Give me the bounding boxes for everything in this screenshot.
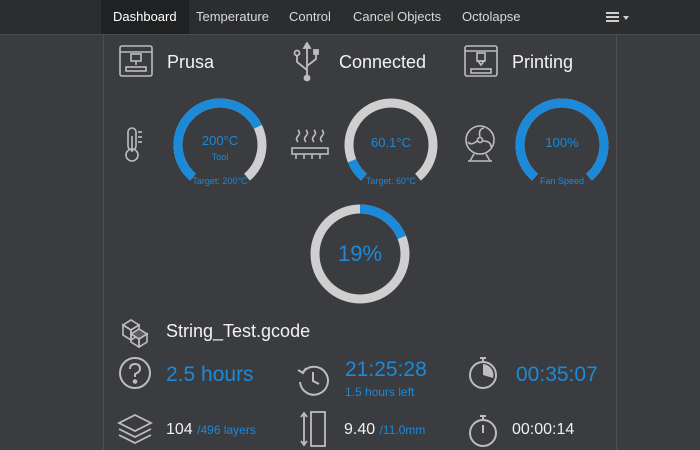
eta-clock-time: 21:25:28 bbox=[345, 358, 427, 381]
print-head-icon bbox=[463, 44, 499, 78]
total-layers: /496 layers bbox=[197, 423, 256, 437]
layer-progress: 104 /496 layers bbox=[166, 421, 256, 439]
total-height: /11.0mm bbox=[379, 423, 426, 437]
history-clock-icon bbox=[295, 362, 331, 398]
fan-speed-label: Fan Speed bbox=[539, 176, 585, 186]
print-progress-value: 19% bbox=[337, 241, 383, 266]
printer-icon bbox=[118, 44, 154, 78]
fan-icon bbox=[462, 124, 498, 164]
current-height: 9.40 bbox=[344, 421, 376, 438]
bed-temp-value: 60.1°C bbox=[371, 135, 411, 150]
usb-icon bbox=[292, 42, 322, 82]
tool-label: Tool bbox=[211, 152, 229, 162]
height-icon bbox=[298, 410, 328, 448]
tab-temperature[interactable]: Temperature bbox=[196, 0, 269, 34]
connection-status: Connected bbox=[339, 52, 427, 72]
printer-state: Printing bbox=[512, 52, 574, 72]
current-layer: 104 bbox=[166, 421, 193, 438]
print-progress-gauge: 19% bbox=[308, 202, 412, 306]
tab-octolapse[interactable]: Octolapse bbox=[462, 0, 521, 34]
tab-control[interactable]: Control bbox=[289, 0, 331, 34]
fan-speed-value: 100% bbox=[545, 135, 579, 150]
printer-name: Prusa bbox=[167, 52, 215, 72]
cube-file-icon bbox=[119, 316, 149, 348]
hamburger-dropdown-icon[interactable] bbox=[606, 11, 632, 25]
layers-icon bbox=[117, 413, 153, 445]
time-left: 1.5 hours left bbox=[345, 385, 415, 399]
fan-speed-gauge: 100% Fan Speed bbox=[514, 97, 610, 193]
tab-dashboard[interactable]: Dashboard bbox=[101, 0, 189, 34]
timer-icon bbox=[466, 413, 500, 449]
layer-time: 00:00:14 bbox=[512, 421, 575, 438]
top-navbar: Dashboard Temperature Control Cancel Obj… bbox=[0, 0, 700, 35]
thermometer-icon bbox=[120, 124, 148, 164]
elapsed-time: 00:35:07 bbox=[516, 363, 598, 386]
heated-bed-icon bbox=[290, 126, 330, 162]
tool-temp-gauge: 200°C Tool Target: 200°C bbox=[172, 97, 268, 193]
bed-temp-gauge: 60.1°C Target: 60°C bbox=[343, 97, 439, 193]
tab-cancel-objects[interactable]: Cancel Objects bbox=[353, 0, 441, 34]
question-circle-icon bbox=[118, 356, 152, 390]
bed-target: Target: 60°C bbox=[365, 176, 417, 186]
stopwatch-icon bbox=[466, 355, 500, 391]
tool-temp-value: 200°C bbox=[201, 133, 239, 148]
height-progress: 9.40 /11.0mm bbox=[344, 421, 425, 439]
estimated-print-time: 2.5 hours bbox=[166, 363, 254, 386]
tool-target: Target: 200°C bbox=[192, 176, 248, 186]
job-filename: String_Test.gcode bbox=[166, 321, 311, 341]
